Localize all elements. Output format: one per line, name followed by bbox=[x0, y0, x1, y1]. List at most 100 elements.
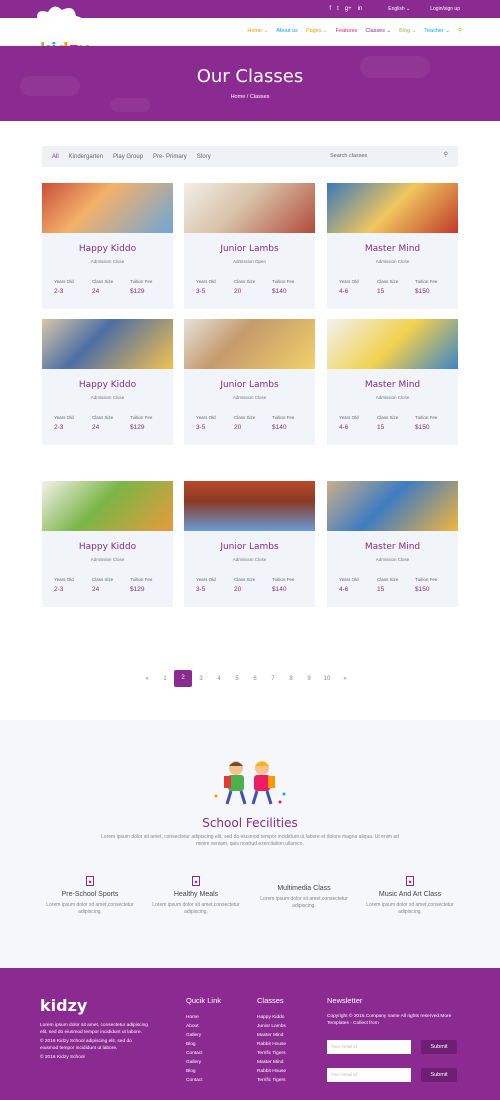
newsletter: Newsletter Copyright © 2016.Company name… bbox=[327, 996, 467, 1027]
class-title[interactable]: Master Mind bbox=[327, 542, 458, 552]
quick-link[interactable]: Gallery bbox=[186, 1031, 221, 1040]
page-4[interactable]: 4 bbox=[210, 676, 228, 682]
class-link[interactable]: Terrific Tigers bbox=[257, 1049, 286, 1058]
class-image[interactable] bbox=[42, 481, 173, 531]
size-label: Class Size bbox=[377, 415, 399, 420]
page-1[interactable]: 1 bbox=[156, 676, 174, 682]
class-card[interactable]: Junior Lambs Admission Close Years Old 3-5 C… bbox=[184, 481, 315, 607]
class-link[interactable]: Rabbit House bbox=[257, 1067, 286, 1076]
class-card[interactable]: Master Mind Admission Close Years Old 4-6 Cl… bbox=[327, 183, 458, 309]
fee-label: Tuition Fee bbox=[272, 577, 295, 582]
pagination-prev[interactable]: « bbox=[138, 676, 156, 682]
size-value: 20 bbox=[234, 424, 242, 431]
newsletter-email-input-2[interactable]: Your email id bbox=[327, 1068, 411, 1082]
page-7[interactable]: 7 bbox=[264, 676, 282, 682]
admission-status: Admission Close bbox=[232, 557, 267, 562]
class-title[interactable]: Happy Kiddo bbox=[42, 542, 173, 552]
menu-home[interactable]: Home ⌄ bbox=[247, 28, 268, 34]
filter-all[interactable]: All bbox=[52, 154, 59, 160]
class-image[interactable] bbox=[184, 481, 315, 531]
cloud-decoration bbox=[110, 98, 150, 112]
fee-value: $129 bbox=[130, 424, 145, 431]
age-value: 4-6 bbox=[339, 586, 349, 593]
class-image[interactable] bbox=[184, 319, 315, 369]
page-6[interactable]: 6 bbox=[246, 676, 264, 682]
class-link[interactable]: Master Mind bbox=[257, 1058, 286, 1067]
classes-title: Classes bbox=[257, 996, 284, 1005]
page-10[interactable]: 10 bbox=[318, 676, 336, 682]
age-label: Years Old bbox=[339, 577, 359, 582]
class-image[interactable] bbox=[327, 319, 458, 369]
class-link[interactable]: Terrific Tigers bbox=[257, 1076, 286, 1085]
quick-link[interactable]: About bbox=[186, 1022, 221, 1031]
login-link[interactable]: Login/sign up bbox=[430, 6, 460, 12]
quick-link[interactable]: Home bbox=[186, 1013, 221, 1022]
class-card[interactable]: Happy Kiddo Admission Close Years Old 2-3 Cl… bbox=[42, 183, 173, 309]
size-value: 24 bbox=[92, 288, 100, 295]
class-image[interactable] bbox=[327, 183, 458, 233]
pagination: « 1 2 3 4 5 6 7 8 9 10 » bbox=[138, 670, 354, 687]
footer-about: Lorem ipsum dolor sit amet, consectetur … bbox=[40, 1022, 150, 1061]
class-title[interactable]: Happy Kiddo bbox=[42, 380, 173, 390]
class-title[interactable]: Junior Lambs bbox=[184, 244, 315, 254]
page-9[interactable]: 9 bbox=[300, 676, 318, 682]
class-title[interactable]: Junior Lambs bbox=[184, 380, 315, 390]
filter-kindergarten[interactable]: Kindergarten bbox=[69, 154, 103, 160]
pagination-next[interactable]: » bbox=[336, 676, 354, 682]
google-plus-icon[interactable]: g+ bbox=[345, 6, 352, 12]
class-card[interactable]: Junior Lambs Admission Open Years Old 3-5 Cl… bbox=[184, 183, 315, 309]
class-search-input[interactable]: Search classes bbox=[330, 153, 367, 159]
menu-teacher[interactable]: Teacher ⌄ bbox=[424, 28, 450, 34]
twitter-icon[interactable]: t bbox=[337, 6, 339, 12]
age-label: Years Old bbox=[54, 577, 74, 582]
admission-status: Admission Close bbox=[90, 557, 125, 562]
page-8[interactable]: 8 bbox=[282, 676, 300, 682]
footer-logo[interactable]: kidzy bbox=[40, 996, 87, 1015]
admission-status: Admission Close bbox=[375, 557, 410, 562]
class-title[interactable]: Junior Lambs bbox=[184, 542, 315, 552]
newsletter-submit-button[interactable]: Submit bbox=[421, 1040, 457, 1054]
newsletter-email-input[interactable]: Your email id bbox=[327, 1040, 411, 1054]
class-link[interactable]: Junior Lambs bbox=[257, 1022, 286, 1031]
menu-pages[interactable]: Pages ⌄ bbox=[306, 28, 328, 34]
class-card[interactable]: Master Mind Admission Close Years Old 4-6 Cl… bbox=[327, 319, 458, 445]
search-icon[interactable]: ⚲ bbox=[444, 151, 448, 158]
class-card[interactable]: Happy Kiddo Admission Close Years Old 2-3 Cl… bbox=[42, 319, 173, 445]
search-icon[interactable]: ⚲ bbox=[458, 28, 462, 34]
admission-status: Admission Close bbox=[90, 395, 125, 400]
class-title[interactable]: Happy Kiddo bbox=[42, 244, 173, 254]
page-5[interactable]: 5 bbox=[228, 676, 246, 682]
quick-link[interactable]: Contact bbox=[186, 1049, 221, 1058]
breadcrumb[interactable]: Home / Classes bbox=[0, 94, 500, 100]
menu-classes[interactable]: Classes ⌄ bbox=[365, 28, 391, 34]
filter-pre-primary[interactable]: Pre- Primary bbox=[153, 154, 187, 160]
class-card[interactable]: Master Mind Admission Close Years Old 4-6 Cl… bbox=[327, 481, 458, 607]
newsletter-title: Newsletter bbox=[327, 996, 363, 1005]
menu-about[interactable]: About us bbox=[276, 28, 298, 34]
class-image[interactable] bbox=[184, 183, 315, 233]
class-title[interactable]: Master Mind bbox=[327, 244, 458, 254]
language-select[interactable]: English ⌄ bbox=[388, 6, 410, 12]
quick-link[interactable]: Blog bbox=[186, 1067, 221, 1076]
class-card[interactable]: Junior Lambs Admission Close Years Old 3-5 C… bbox=[184, 319, 315, 445]
menu-features[interactable]: Features bbox=[336, 28, 358, 34]
class-image[interactable] bbox=[327, 481, 458, 531]
class-title[interactable]: Master Mind bbox=[327, 380, 458, 390]
class-link[interactable]: Rabbit House bbox=[257, 1040, 286, 1049]
class-image[interactable] bbox=[42, 319, 173, 369]
page-2-current[interactable]: 2 bbox=[174, 670, 192, 687]
quick-link[interactable]: Contact bbox=[186, 1076, 221, 1085]
filter-play-group[interactable]: Play Group bbox=[113, 154, 143, 160]
page-3[interactable]: 3 bbox=[192, 676, 210, 682]
newsletter-submit-button-2[interactable]: Submit bbox=[421, 1068, 457, 1082]
class-link[interactable]: Happy Kiddo bbox=[257, 1013, 286, 1022]
class-link[interactable]: Master Mind bbox=[257, 1031, 286, 1040]
class-card[interactable]: Happy Kiddo Admission Close Years Old 2-3 Cl… bbox=[42, 481, 173, 607]
filter-story[interactable]: Story bbox=[197, 154, 211, 160]
class-image[interactable] bbox=[42, 183, 173, 233]
quick-link[interactable]: Gallery bbox=[186, 1058, 221, 1067]
quick-link[interactable]: Blog bbox=[186, 1040, 221, 1049]
instagram-icon[interactable]: in bbox=[358, 6, 363, 12]
facebook-icon[interactable]: f bbox=[329, 6, 331, 12]
menu-blog[interactable]: Blog ⌄ bbox=[399, 28, 416, 34]
